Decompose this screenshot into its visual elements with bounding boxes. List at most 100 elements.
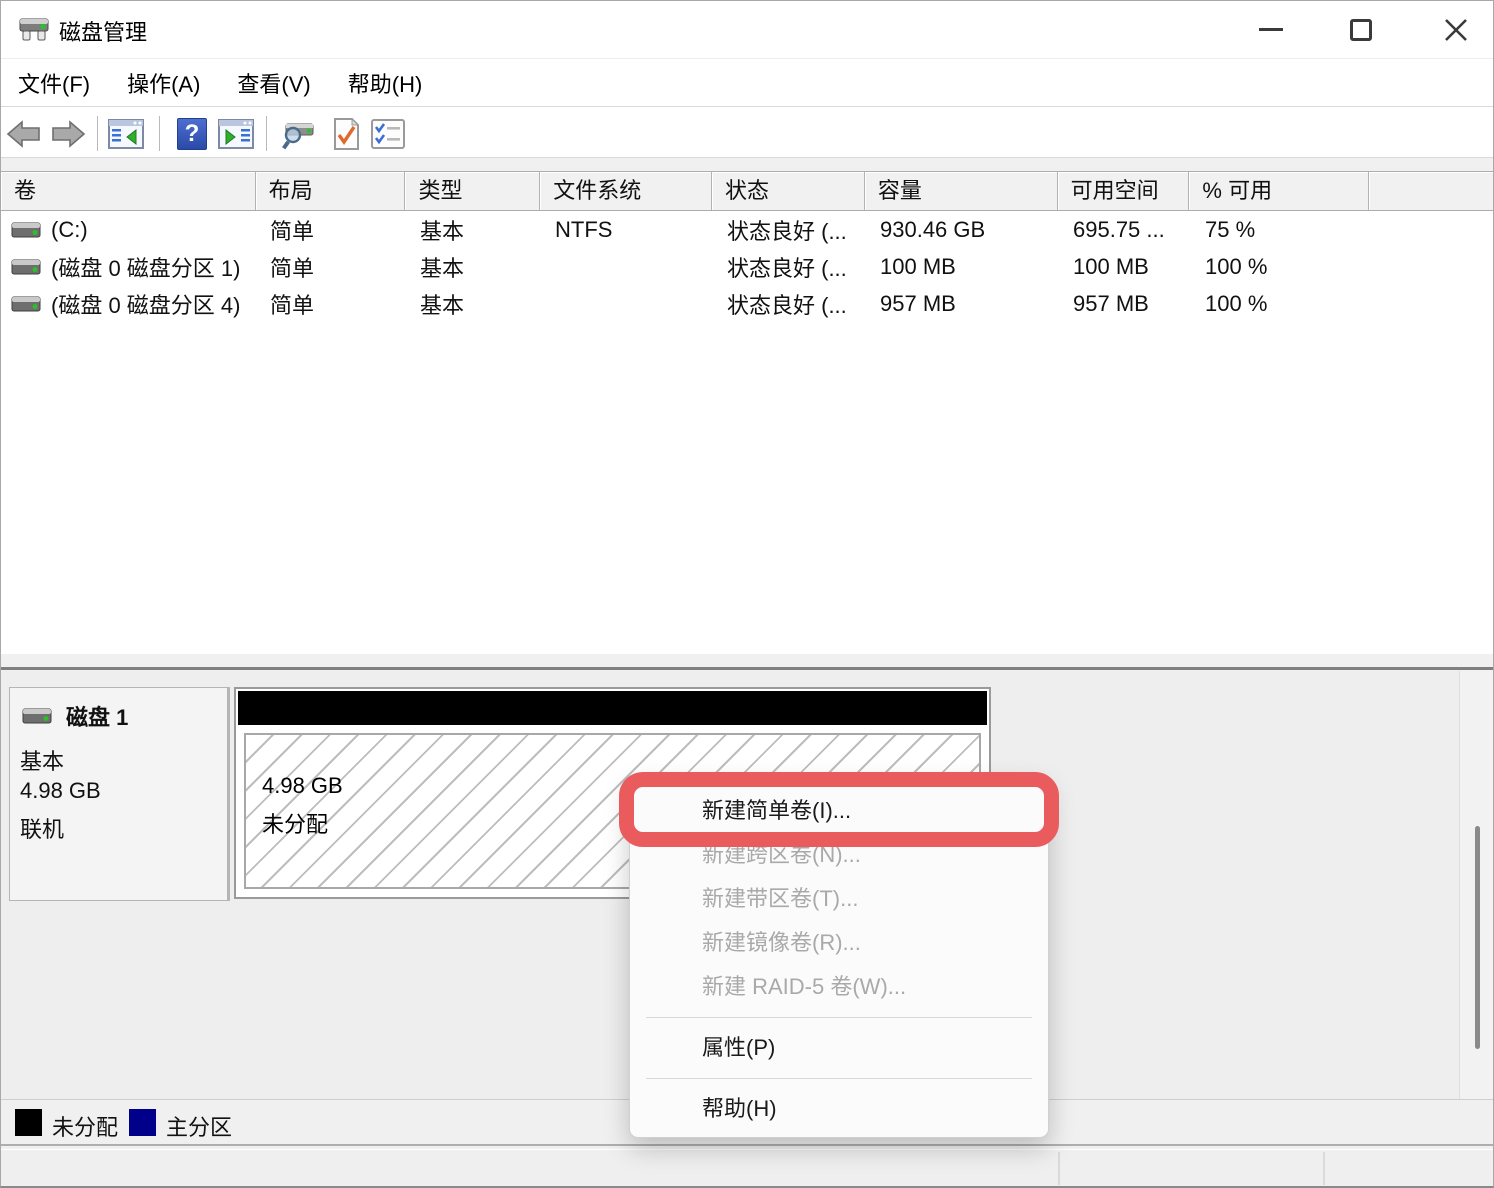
disk-type: 基本 <box>20 744 64 776</box>
menu-help[interactable]: 帮助(H) <box>346 63 425 103</box>
column-header-volume[interactable]: 卷 <box>1 172 256 210</box>
primary-partition-label: 主分区 <box>166 1110 232 1142</box>
help-button[interactable]: ? <box>173 115 211 153</box>
context-menu: 新建简单卷(I)... 新建跨区卷(N)... 新建带区卷(T)... 新建镜像… <box>629 776 1049 1138</box>
back-icon <box>6 119 42 149</box>
menu-separator <box>646 1017 1032 1018</box>
pane-splitter[interactable] <box>1 654 1493 671</box>
primary-partition-swatch <box>129 1109 156 1136</box>
menu-bar: 文件(F) 操作(A) 查看(V) 帮助(H) <box>1 59 1493 107</box>
cell-percent-free: 100 % <box>1191 254 1371 280</box>
rescan-disks-icon <box>280 118 316 150</box>
status-bar-divider <box>1058 1152 1060 1185</box>
menu-item-new-raid5-volume: 新建 RAID-5 卷(W)... <box>630 965 1048 1009</box>
cell-capacity: 930.46 GB <box>866 217 1059 243</box>
cell-status: 状态良好 (... <box>713 214 866 246</box>
minimize-icon <box>1259 28 1283 31</box>
cell-free-space: 695.75 ... <box>1059 217 1191 243</box>
unallocated-label: 未分配 <box>52 1110 118 1142</box>
table-row[interactable]: (C:) 简单 基本 NTFS 状态良好 (... 930.46 GB 695.… <box>1 211 1493 248</box>
back-button[interactable] <box>5 115 43 153</box>
check-document-icon <box>329 117 363 151</box>
disk-1-info-box[interactable]: 磁盘 1 基本 4.98 GB 联机 <box>9 687 230 901</box>
toolbar-separator <box>159 116 160 151</box>
maximize-button[interactable] <box>1329 1 1393 58</box>
partition-capacity: 4.98 GB <box>262 773 343 799</box>
menu-action[interactable]: 操作(A) <box>125 63 202 103</box>
cell-percent-free: 100 % <box>1191 291 1371 317</box>
page-title: 磁盘管理 <box>59 15 147 47</box>
disk-name: 磁盘 1 <box>66 700 128 732</box>
cell-filesystem: NTFS <box>541 217 713 243</box>
cell-percent-free: 75 % <box>1191 217 1371 243</box>
close-button[interactable] <box>1424 1 1488 58</box>
show-console-tree-button[interactable] <box>107 115 145 153</box>
volume-name: (磁盘 0 磁盘分区 1) <box>51 251 240 283</box>
column-header-free-space[interactable]: 可用空间 <box>1058 172 1190 210</box>
volume-name: (C:) <box>51 217 88 243</box>
disk-management-window: 磁盘管理 文件(F) 操作(A) 查看(V) 帮助(H) <box>0 0 1494 1188</box>
scrollbar-thumb[interactable] <box>1475 826 1480 1049</box>
column-header-blank <box>1369 172 1493 210</box>
menu-separator <box>646 1078 1032 1079</box>
show-action-pane-button[interactable] <box>217 115 255 153</box>
help-icon: ? <box>177 118 207 150</box>
menu-item-help[interactable]: 帮助(H) <box>630 1087 1048 1131</box>
disk-icon <box>22 705 52 727</box>
cell-status: 状态良好 (... <box>713 288 866 320</box>
forward-button[interactable] <box>49 115 87 153</box>
disk-status: 联机 <box>20 812 64 844</box>
column-header-percent-free[interactable]: % 可用 <box>1189 172 1369 210</box>
cell-layout: 简单 <box>256 288 406 320</box>
menu-item-new-striped-volume: 新建带区卷(T)... <box>630 877 1048 921</box>
volume-list: 卷 布局 类型 文件系统 状态 容量 可用空间 % 可用 (C:) 简单 基本 … <box>1 171 1493 654</box>
menu-item-new-spanned-volume: 新建跨区卷(N)... <box>630 833 1048 877</box>
column-header-layout[interactable]: 布局 <box>256 172 406 210</box>
cell-type: 基本 <box>406 288 541 320</box>
column-header-capacity[interactable]: 容量 <box>865 172 1058 210</box>
volume-icon <box>11 257 41 277</box>
status-bar-divider <box>1323 1152 1325 1185</box>
checklist-icon <box>370 118 406 150</box>
check-document-button[interactable] <box>327 115 365 153</box>
toolbar-separator <box>266 116 267 151</box>
toolbar-separator <box>97 116 98 151</box>
unallocated-swatch <box>15 1109 42 1136</box>
cell-free-space: 957 MB <box>1059 291 1191 317</box>
cell-layout: 简单 <box>256 251 406 283</box>
toolbar: ? <box>1 108 1493 158</box>
table-row[interactable]: (磁盘 0 磁盘分区 4) 简单 基本 状态良好 (... 957 MB 957… <box>1 285 1493 322</box>
column-header-status[interactable]: 状态 <box>712 172 865 210</box>
menu-view[interactable]: 查看(V) <box>235 63 312 103</box>
volume-name: (磁盘 0 磁盘分区 4) <box>51 288 240 320</box>
volume-list-header: 卷 布局 类型 文件系统 状态 容量 可用空间 % 可用 <box>1 171 1493 211</box>
show-console-tree-icon <box>108 118 144 150</box>
pane-spacer <box>1 158 1493 171</box>
cell-free-space: 100 MB <box>1059 254 1191 280</box>
cell-status: 状态良好 (... <box>713 251 866 283</box>
menu-item-new-mirrored-volume: 新建镜像卷(R)... <box>630 921 1048 965</box>
vertical-scrollbar[interactable] <box>1459 671 1493 1099</box>
close-icon <box>1443 17 1469 43</box>
menu-file[interactable]: 文件(F) <box>16 63 92 103</box>
unallocated-color-band <box>238 691 987 725</box>
forward-icon <box>50 119 86 149</box>
column-header-filesystem[interactable]: 文件系统 <box>540 172 712 210</box>
checklist-button[interactable] <box>369 115 407 153</box>
maximize-icon <box>1350 19 1372 41</box>
minimize-button[interactable] <box>1239 1 1303 58</box>
splitter-line <box>1 667 1493 670</box>
status-bar <box>1 1150 1493 1187</box>
table-row[interactable]: (磁盘 0 磁盘分区 1) 简单 基本 状态良好 (... 100 MB 100… <box>1 248 1493 285</box>
menu-item-new-simple-volume[interactable]: 新建简单卷(I)... <box>630 789 1048 833</box>
disk-capacity: 4.98 GB <box>20 778 101 804</box>
volume-icon <box>11 294 41 314</box>
partition-state: 未分配 <box>262 807 328 839</box>
title-bar: 磁盘管理 <box>1 1 1493 59</box>
menu-item-properties[interactable]: 属性(P) <box>630 1026 1048 1070</box>
cell-capacity: 957 MB <box>866 291 1059 317</box>
rescan-disks-button[interactable] <box>279 115 317 153</box>
cell-type: 基本 <box>406 214 541 246</box>
cell-layout: 简单 <box>256 214 406 246</box>
column-header-type[interactable]: 类型 <box>405 172 540 210</box>
